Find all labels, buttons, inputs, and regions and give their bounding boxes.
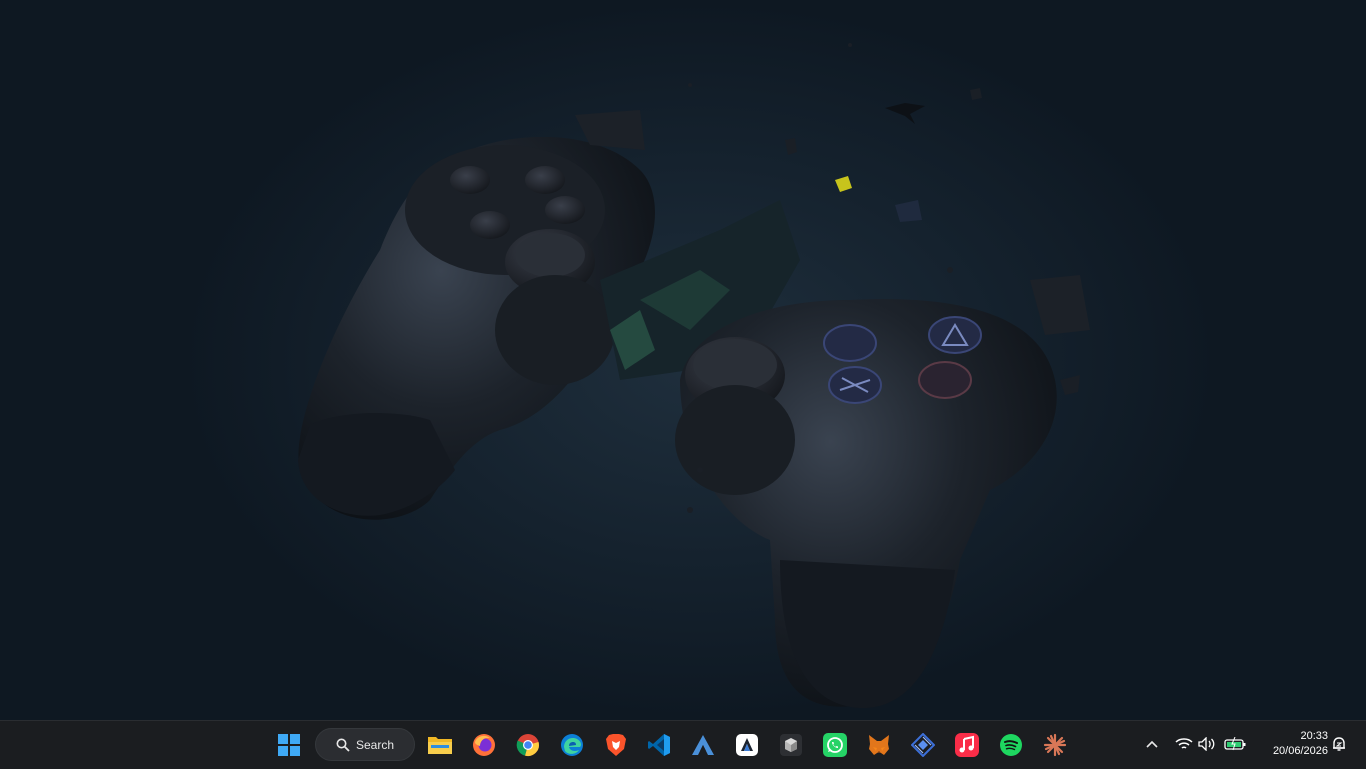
cube-app-icon [780,734,802,756]
taskbar-metamask[interactable] [861,727,897,763]
taskbar-network-app[interactable] [905,727,941,763]
metamask-icon [869,735,889,755]
app-a-icon [736,734,758,756]
taskbar: Search 20:33 20/06/2026 [0,720,1366,769]
taskbar-spotify[interactable] [993,727,1029,763]
start-icon [278,734,300,756]
spotify-icon [1000,734,1022,756]
tray-battery[interactable] [1222,733,1248,755]
battery-icon [1224,737,1246,751]
apple-music-icon [955,733,979,757]
file-explorer-icon [428,737,452,754]
wallpaper-image [298,43,1090,709]
taskbar-chrome[interactable] [510,727,546,763]
clock-date: 20/06/2026 [1272,745,1328,757]
taskbar-file-explorer[interactable] [422,727,458,763]
taskbar-whatsapp[interactable] [817,727,853,763]
taskbar-apple-music[interactable] [949,727,985,763]
search-box[interactable]: Search [315,728,415,761]
volume-icon [1198,737,1215,751]
taskbar-cube-app[interactable] [773,727,809,763]
wifi-icon [1175,738,1193,749]
edge-icon [561,734,583,756]
chevron-up-icon [1146,740,1158,748]
taskbar-claude[interactable] [1037,727,1073,763]
taskbar-arch[interactable] [685,727,721,763]
whatsapp-icon [823,733,847,757]
tray-overflow-button[interactable] [1141,733,1163,755]
search-label: Search [356,737,395,752]
taskbar-app-a[interactable] [729,727,765,763]
tray-volume[interactable] [1196,733,1218,755]
vscode-icon [648,734,670,756]
tray-wifi[interactable] [1173,733,1195,755]
system-clock[interactable]: 20:33 20/06/2026 [1254,729,1328,759]
notification-icon [1333,737,1345,751]
firefox-icon [473,734,495,756]
tray-notifications[interactable] [1330,733,1348,755]
start-button[interactable] [271,727,307,763]
desktop [0,0,1366,720]
taskbar-brave[interactable] [598,727,634,763]
brave-icon [606,734,626,756]
network-app-icon [911,733,935,757]
clock-time: 20:33 [1300,730,1328,742]
taskbar-vscode[interactable] [641,727,677,763]
taskbar-firefox[interactable] [466,727,502,763]
claude-icon [1043,733,1067,757]
chrome-icon [516,734,539,756]
arch-icon [692,735,714,755]
search-icon [336,738,350,752]
taskbar-edge[interactable] [554,727,590,763]
